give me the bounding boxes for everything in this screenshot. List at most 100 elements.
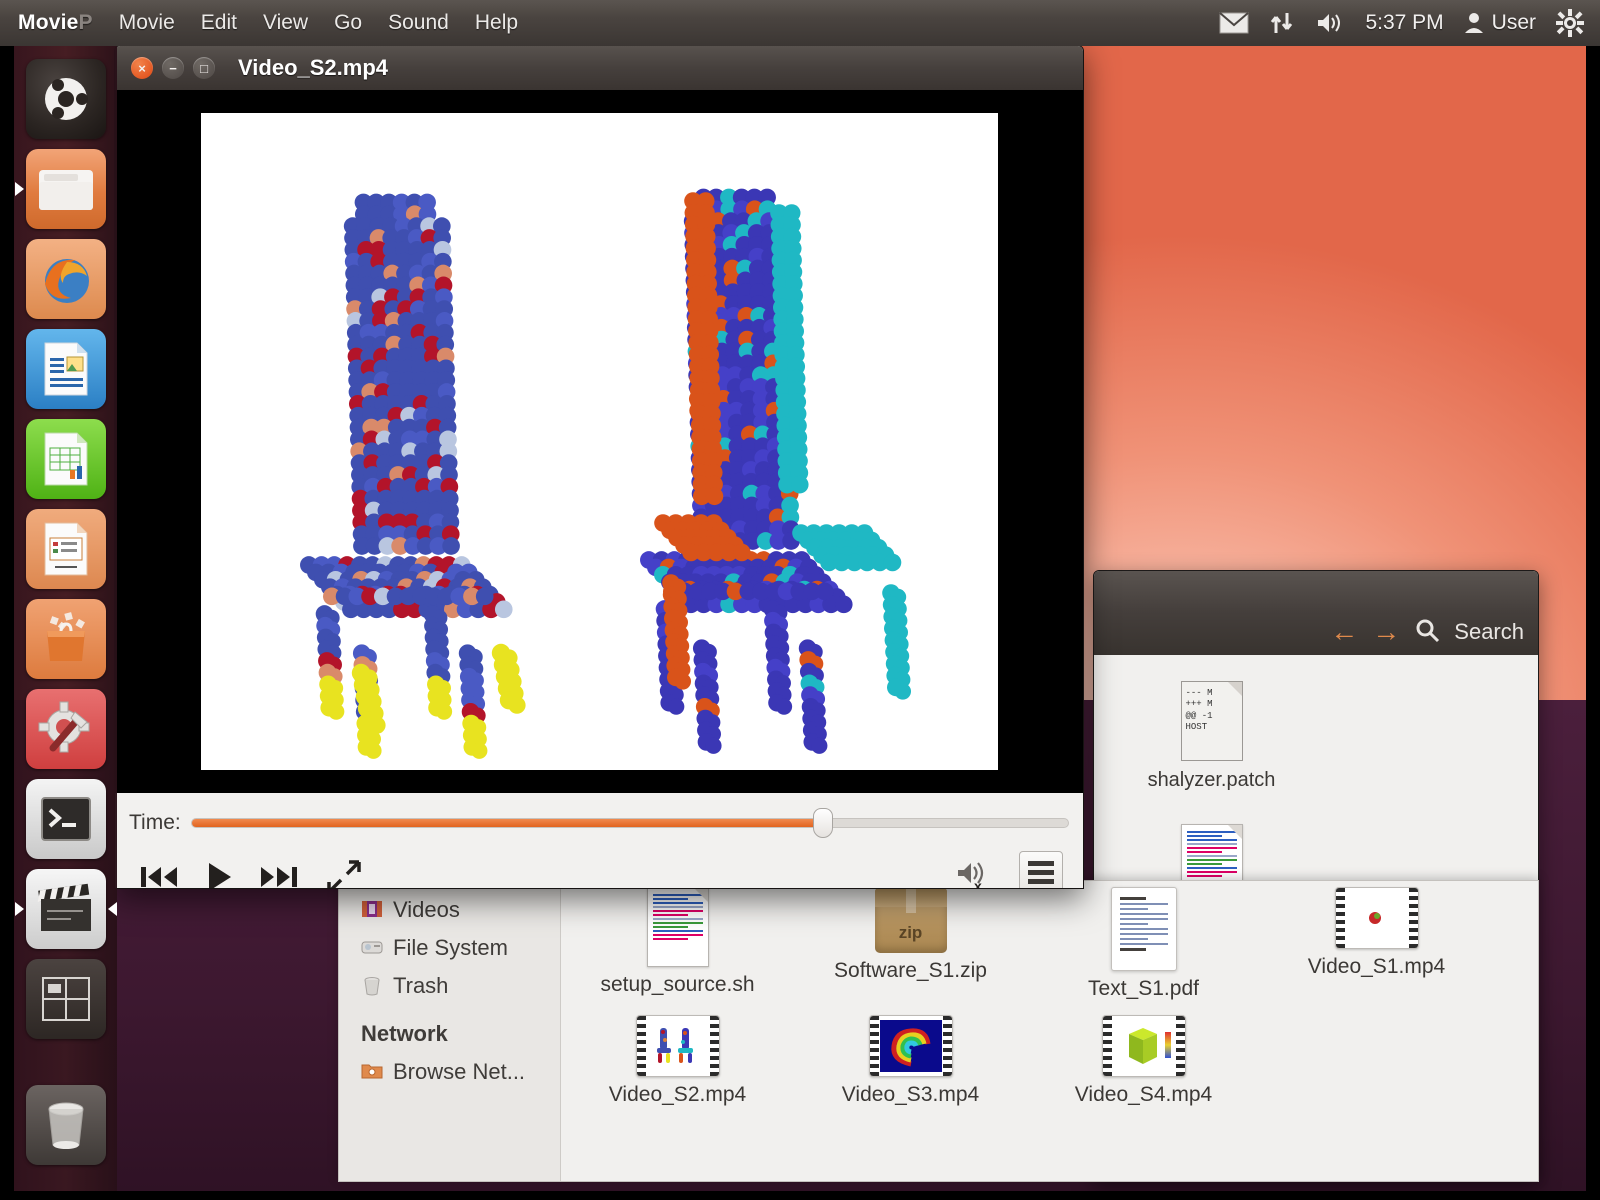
launcher-item-impress[interactable]	[25, 509, 106, 589]
playlist-icon[interactable]	[1019, 851, 1063, 888]
gear-icon[interactable]	[1556, 9, 1584, 37]
launcher-item-terminal[interactable]	[25, 779, 106, 859]
search-icon[interactable]	[1414, 617, 1440, 648]
launcher-item-workspace-switcher[interactable]	[25, 959, 106, 1039]
maximize-icon[interactable]: □	[193, 57, 215, 79]
sidebar-header-network: Network	[361, 1021, 448, 1046]
file-item-video-s2[interactable]: Video_S2.mp4	[561, 1015, 794, 1107]
panel-app-title: MovieP	[18, 11, 93, 35]
player-titlebar: × − □ Video_S2.mp4	[115, 46, 1083, 90]
patch-line-2: +++ M	[1185, 699, 1213, 710]
launcher-item-writer[interactable]	[25, 329, 106, 409]
file-item-video-s3[interactable]: Video_S3.mp4	[794, 1015, 1027, 1107]
launcher-item-calc[interactable]	[25, 419, 106, 499]
launcher-item-firefox[interactable]	[25, 239, 106, 319]
seek-slider-handle[interactable]	[812, 808, 833, 838]
seek-row: Time:	[125, 803, 1073, 838]
file-icon-grid-bottom: setup_source.sh zip Software_S1.zip Text…	[561, 887, 1538, 1121]
playlist-line-1	[1028, 861, 1054, 866]
video-file-icon-s1	[1334, 887, 1419, 949]
sidebar-item-file-system[interactable]: File System	[361, 929, 560, 967]
shopping-bag-icon	[46, 612, 85, 661]
envelope-icon[interactable]	[1219, 12, 1250, 34]
minimize-icon[interactable]: −	[162, 57, 184, 79]
menu-movie[interactable]: Movie	[119, 11, 175, 35]
back-icon[interactable]: ←	[1330, 618, 1358, 646]
file-item-video-s4[interactable]: Video_S4.mp4	[1027, 1015, 1260, 1107]
clock[interactable]: 5:37 PM	[1365, 11, 1443, 35]
pdf-file-icon-bottom	[1110, 887, 1177, 971]
file-manager-toolbar: ← → Search	[1094, 609, 1538, 655]
file-item-text-s1[interactable]: Text_S1.pdf	[1027, 887, 1260, 1001]
user-menu[interactable]: User	[1464, 11, 1536, 35]
firefox-icon	[44, 259, 89, 303]
launcher-item-trash[interactable]	[25, 1085, 106, 1165]
menu-go[interactable]: Go	[334, 11, 362, 35]
gear-wrench-icon	[38, 701, 89, 753]
file-item-setup-source[interactable]: setup_source.sh	[561, 887, 794, 1001]
menu-help[interactable]: Help	[475, 11, 518, 35]
launcher-focused-pip-movie	[107, 902, 117, 916]
menu-view[interactable]: View	[263, 11, 308, 35]
sidebar-label-file-system: File System	[393, 935, 508, 960]
document-icon	[44, 342, 87, 396]
sidebar-item-browse-network[interactable]: Browse Net...	[361, 1053, 560, 1091]
sidebar-item-videos[interactable]: Videos	[361, 891, 560, 929]
file-label-video-s1: Video_S1.mp4	[1307, 955, 1446, 978]
script-icon-lines	[1182, 825, 1242, 883]
launcher-item-system-settings[interactable]	[25, 689, 106, 769]
forward-icon[interactable]: →	[1372, 618, 1400, 646]
video-thumbnail-s4	[1112, 1020, 1175, 1072]
zip-archive-icon: zip	[874, 887, 947, 953]
panel-menubar: Movie Edit View Go Sound Help	[119, 11, 518, 35]
network-updown-icon[interactable]	[1269, 11, 1295, 35]
file-item-software-zip[interactable]: zip Software_S1.zip	[794, 887, 1027, 1001]
seek-slider[interactable]	[190, 808, 1069, 838]
video-file-icon-s3	[868, 1015, 953, 1077]
launcher-item-software-center[interactable]	[25, 599, 106, 679]
volume-muted-icon[interactable]: x	[955, 858, 993, 888]
fullscreen-icon[interactable]	[325, 858, 363, 888]
search-label[interactable]: Search	[1454, 619, 1524, 645]
playlist-line-2	[1028, 870, 1054, 875]
launcher-item-ubuntu-dash[interactable]	[25, 59, 106, 139]
top-panel: MovieP Movie Edit View Go Sound Help 5:3…	[0, 0, 1600, 46]
file-manager-content-bottom: setup_source.sh zip Software_S1.zip Text…	[561, 881, 1538, 1181]
volume-icon[interactable]	[1315, 11, 1345, 35]
video-thumbnail-s3	[879, 1020, 942, 1072]
launcher-item-movie-player[interactable]	[14, 869, 117, 949]
transport-controls: x	[125, 835, 1073, 888]
file-label-patch: shalyzer.patch	[1147, 769, 1276, 791]
patch-file-icon: --- M +++ M @@ -1 HOST	[1180, 681, 1243, 761]
system-tray: 5:37 PM User	[1219, 9, 1600, 37]
previous-icon[interactable]	[139, 862, 179, 888]
file-item-video-s1[interactable]: Video_S1.mp4	[1260, 887, 1493, 1001]
launcher-item-files[interactable]	[14, 149, 106, 229]
patch-line-1: --- M	[1185, 688, 1213, 698]
file-label-software-zip: Software_S1.zip	[834, 959, 987, 982]
terminal-icon	[40, 797, 91, 841]
seek-progress-fill	[191, 819, 823, 827]
sidebar-label-trash: Trash	[393, 973, 449, 998]
video-file-icon-s4	[1101, 1015, 1186, 1077]
playlist-line-3	[1028, 879, 1054, 884]
menu-sound[interactable]: Sound	[388, 11, 449, 35]
file-item-patch[interactable]: --- M +++ M @@ -1 HOST shalyzer.patch	[1100, 681, 1323, 792]
file-manager-titlebar: ← → Search	[1094, 571, 1538, 655]
play-icon[interactable]	[205, 861, 233, 888]
menu-edit[interactable]: Edit	[201, 11, 237, 35]
launcher-running-pip-movie	[14, 902, 24, 916]
file-label-text-s1: Text_S1.pdf	[1088, 977, 1199, 1000]
close-icon[interactable]: ×	[131, 57, 153, 79]
point-cloud-chairs-render	[200, 113, 998, 770]
next-icon[interactable]	[259, 862, 299, 888]
video-display-area[interactable]	[115, 90, 1083, 793]
unity-launcher	[14, 45, 117, 1191]
file-manager-sidebar: Videos File System Trash Network Browse …	[339, 881, 561, 1181]
file-label-video-s3: Video_S3.mp4	[841, 1083, 980, 1106]
spreadsheet-icon	[44, 432, 87, 486]
user-avatar-icon	[1464, 13, 1483, 33]
sidebar-item-trash[interactable]: Trash	[361, 967, 560, 1005]
video-thumbnail-s2	[646, 1020, 709, 1072]
window-title: Video_S2.mp4	[238, 55, 388, 80]
